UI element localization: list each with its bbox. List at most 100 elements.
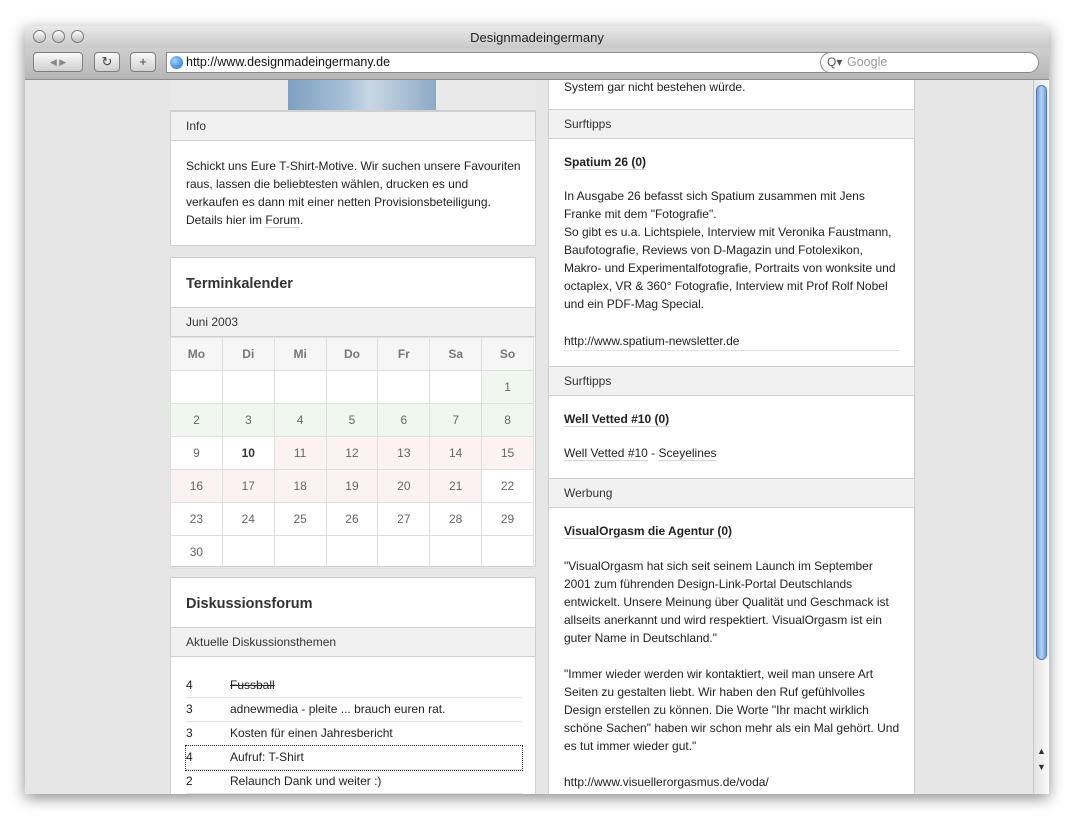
calendar-day[interactable]: 26 bbox=[325, 502, 379, 536]
calendar-week: 2 3 4 5 6 7 8 bbox=[170, 403, 534, 437]
calendar-day[interactable]: 27 bbox=[377, 502, 431, 536]
spatium-line: Baufotografie, Reviews von D-Magazin und… bbox=[564, 243, 863, 257]
spatium-line: In Ausgabe 26 befasst sich Spatium zusam… bbox=[564, 189, 865, 203]
ad-line: Design erstellen zu können. Die Worte "I… bbox=[564, 703, 869, 717]
weekday-header: Do bbox=[325, 337, 379, 371]
info-line-suffix: . bbox=[300, 213, 304, 227]
calendar-day[interactable]: 18 bbox=[273, 469, 327, 503]
wellvetted-sep: - bbox=[647, 446, 659, 460]
forum-row[interactable]: 3 adnewmedia - pleite ... brauch euren r… bbox=[186, 698, 522, 722]
page-content: Info Schickt uns Eure T-Shirt-Motive. Wi… bbox=[25, 80, 1033, 794]
forum-link[interactable]: Forum bbox=[265, 213, 301, 228]
ad-line: entwickelt. Unsere Meinung über Qualität… bbox=[564, 595, 889, 609]
spatium-title: Spatium 26 (0) bbox=[564, 153, 647, 171]
calendar-table: Mo Di Mi Do Fr Sa So 1 2 3 4 5 6 7 8 9 1… bbox=[170, 337, 534, 569]
calendar-day[interactable]: 22 bbox=[481, 469, 534, 503]
ad-title-link[interactable]: VisualOrgasm die Agentur (0) bbox=[564, 524, 733, 539]
calendar-day[interactable]: 7 bbox=[429, 403, 483, 437]
search-icon[interactable]: Q▾ bbox=[827, 53, 842, 72]
calendar-day[interactable]: 11 bbox=[273, 436, 327, 470]
calendar-day[interactable]: 24 bbox=[221, 502, 275, 536]
spatium-line: Makro- und Experimentalfotografie, Portr… bbox=[564, 261, 896, 275]
ad-line: guter Name in Deutschland." bbox=[564, 631, 718, 645]
add-bookmark-button[interactable]: + bbox=[130, 52, 156, 72]
scrollbar-thumb[interactable] bbox=[1036, 85, 1047, 660]
forum-row[interactable]: 4 Fussball bbox=[186, 674, 522, 698]
spatium-link[interactable]: http://www.spatium-newsletter.de bbox=[564, 334, 739, 348]
calendar-day[interactable]: 5 bbox=[325, 403, 379, 437]
reload-button[interactable]: ↻ bbox=[94, 52, 120, 72]
calendar-day[interactable]: 12 bbox=[325, 436, 379, 470]
spatium-link-row: http://www.spatium-newsletter.de bbox=[564, 332, 900, 351]
ad-line: "Immer wieder werden wir kontaktiert, we… bbox=[564, 667, 874, 681]
calendar-day-today[interactable]: 10 bbox=[221, 436, 275, 470]
sceyelines-link[interactable]: Sceyelines bbox=[658, 446, 717, 461]
calendar-day[interactable]: 21 bbox=[429, 469, 483, 503]
top-line: System gar nicht bestehen würde. bbox=[564, 80, 746, 94]
calendar-day[interactable]: 28 bbox=[429, 502, 483, 536]
calendar-day[interactable]: 23 bbox=[170, 502, 223, 536]
forum-topic-link[interactable]: Fussball bbox=[230, 674, 275, 696]
calendar-day[interactable]: 8 bbox=[481, 403, 534, 437]
wellvetted-title-link[interactable]: Well Vetted #10 (0) bbox=[564, 412, 670, 427]
forum-subheading: Aktuelle Diskussionsthemen bbox=[171, 627, 535, 657]
calendar-day[interactable]: 4 bbox=[273, 403, 327, 437]
ad-line: Seiten zu gestalten liebt. Wir haben den… bbox=[564, 685, 865, 699]
calendar-day[interactable]: 6 bbox=[377, 403, 431, 437]
calendar-day[interactable]: 1 bbox=[481, 370, 534, 404]
forum-row-focused[interactable]: 4 Aufruf: T-Shirt bbox=[185, 745, 523, 771]
forum-count: 3 bbox=[186, 702, 193, 716]
calendar-day bbox=[273, 535, 327, 569]
forum-topic-link[interactable]: Kosten für einen Jahresbericht bbox=[230, 722, 393, 744]
ad-line: 2001 zum führenden Design-Link-Portal De… bbox=[564, 577, 853, 591]
calendar-day[interactable]: 9 bbox=[170, 436, 223, 470]
info-box: Info Schickt uns Eure T-Shirt-Motive. Wi… bbox=[170, 110, 536, 246]
globe-icon bbox=[170, 56, 183, 69]
ad-link[interactable]: http://www.visuellerorgasmus.de/voda/ bbox=[564, 775, 769, 789]
calendar-day[interactable]: 29 bbox=[481, 502, 534, 536]
ad-paragraph-2: "Immer wieder werden wir kontaktiert, we… bbox=[564, 665, 909, 755]
calendar-day[interactable]: 13 bbox=[377, 436, 431, 470]
ad-line: allseits anerkannt und wird respektiert.… bbox=[564, 613, 882, 627]
weekday-header: Mi bbox=[273, 337, 327, 371]
scroll-down-icon[interactable]: ▼ bbox=[1037, 762, 1046, 772]
back-forward-button[interactable]: ◀ ▶ bbox=[33, 52, 83, 72]
title-bar: Designmadeingermany bbox=[25, 26, 1049, 49]
header-photo bbox=[170, 80, 536, 110]
calendar-day[interactable]: 14 bbox=[429, 436, 483, 470]
calendar-day bbox=[429, 535, 483, 569]
calendar-day[interactable]: 19 bbox=[325, 469, 379, 503]
wellvetted-link[interactable]: Well Vetted #10 bbox=[564, 446, 648, 461]
forum-topic-link[interactable]: Relaunch Dank und weiter :) bbox=[230, 770, 381, 792]
calendar-day bbox=[170, 370, 223, 404]
weekday-header: So bbox=[481, 337, 534, 371]
calendar-day[interactable]: 30 bbox=[170, 535, 223, 569]
calendar-day[interactable]: 2 bbox=[170, 403, 223, 437]
window-title: Designmadeingermany bbox=[470, 30, 604, 45]
scroll-up-icon[interactable]: ▲ bbox=[1037, 746, 1046, 756]
forum-list: 4 Fussball 3 adnewmedia - pleite ... bra… bbox=[185, 674, 523, 794]
calendar-day[interactable]: 17 bbox=[221, 469, 275, 503]
surftipps-heading-2: Surftipps bbox=[549, 366, 914, 396]
forum-row[interactable]: 2 Relaunch Dank und weiter :) bbox=[186, 770, 522, 794]
right-column: System gar nicht bestehen würde. Surftip… bbox=[548, 80, 915, 794]
calendar-day[interactable]: 25 bbox=[273, 502, 327, 536]
forum-topic-link[interactable]: Aufruf: T-Shirt bbox=[230, 746, 304, 768]
ad-paragraph-1: "VisualOrgasm hat sich seit seinem Launc… bbox=[564, 557, 909, 647]
vertical-scrollbar[interactable]: ▲ ▼ bbox=[1033, 80, 1049, 794]
forum-topic-link[interactable]: adnewmedia - pleite ... brauch euren rat… bbox=[230, 698, 445, 720]
spatium-title-link[interactable]: Spatium 26 (0) bbox=[564, 155, 647, 170]
url-field[interactable]: http://www.designmadeingermany.de ▲ bbox=[166, 52, 847, 73]
ad-line: schöne Sachen" haben wir schon mehr als … bbox=[564, 721, 900, 735]
calendar-day[interactable]: 20 bbox=[377, 469, 431, 503]
calendar-day[interactable]: 3 bbox=[221, 403, 275, 437]
forum-row[interactable]: 3 Kosten für einen Jahresbericht bbox=[186, 722, 522, 746]
wellvetted-title: Well Vetted #10 (0) bbox=[564, 410, 670, 428]
calendar-day[interactable]: 16 bbox=[170, 469, 223, 503]
calendar-day[interactable]: 15 bbox=[481, 436, 534, 470]
calendar-day bbox=[221, 370, 275, 404]
calendar-day bbox=[273, 370, 327, 404]
search-field[interactable]: Q▾ Google bbox=[820, 52, 1039, 73]
weekday-header: Fr bbox=[377, 337, 431, 371]
forum-count: 2 bbox=[186, 774, 193, 788]
